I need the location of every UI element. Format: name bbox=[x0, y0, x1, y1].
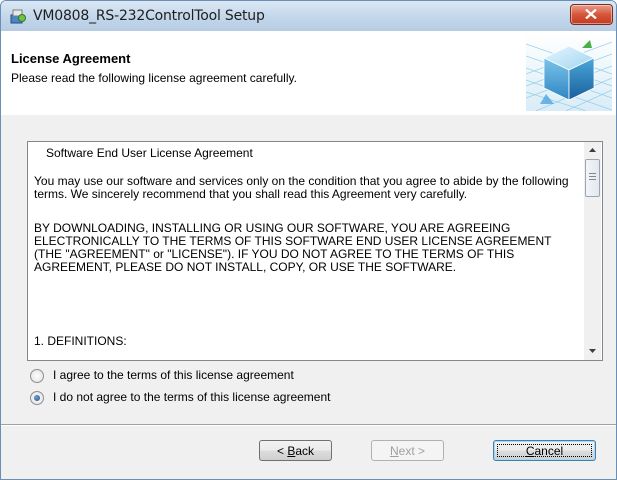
scroll-down-button[interactable] bbox=[584, 343, 601, 360]
close-icon bbox=[585, 9, 597, 19]
license-section-heading: 1. DEFINITIONS: bbox=[34, 334, 127, 348]
wizard-header: License Agreement Please read the follow… bbox=[1, 31, 616, 115]
window-title: VM0808_RS-232ControlTool Setup bbox=[33, 8, 265, 24]
back-button[interactable]: < Back bbox=[259, 440, 332, 461]
footer-divider-highlight bbox=[1, 425, 616, 426]
license-text-box[interactable]: Software End User License Agreement You … bbox=[27, 141, 603, 361]
agree-radio[interactable] bbox=[30, 369, 44, 383]
disagree-radio[interactable] bbox=[30, 391, 44, 405]
vertical-scrollbar[interactable] bbox=[584, 142, 601, 360]
page-title: License Agreement bbox=[11, 51, 131, 66]
arrow-down-icon bbox=[589, 349, 596, 353]
next-button-label: ext > bbox=[398, 444, 426, 458]
scroll-up-button[interactable] bbox=[584, 142, 601, 159]
back-button-prefix: < bbox=[276, 444, 288, 458]
close-button[interactable] bbox=[570, 4, 613, 25]
license-paragraph: You may use our software and services on… bbox=[34, 174, 569, 201]
header-divider bbox=[1, 114, 616, 115]
next-button[interactable]: Next > bbox=[371, 440, 444, 461]
back-button-label: ack bbox=[295, 444, 315, 458]
focus-indicator bbox=[497, 444, 592, 457]
title-bar[interactable]: VM0808_RS-232ControlTool Setup bbox=[1, 1, 616, 31]
grip-line bbox=[589, 179, 596, 180]
arrow-up-icon bbox=[589, 148, 596, 152]
setup-window: VM0808_RS-232ControlTool Setup License A… bbox=[0, 0, 617, 480]
license-paragraph: BY DOWNLOADING, INSTALLING OR USING OUR … bbox=[34, 221, 552, 274]
setup-installer-icon bbox=[9, 7, 27, 25]
grip-line bbox=[589, 176, 596, 177]
disagree-label[interactable]: I do not agree to the terms of this lice… bbox=[53, 390, 331, 404]
installer-box-graphic bbox=[526, 34, 612, 111]
agree-label[interactable]: I agree to the terms of this license agr… bbox=[53, 368, 294, 382]
license-heading: Software End User License Agreement bbox=[46, 146, 253, 160]
cancel-button[interactable]: Cancel bbox=[493, 440, 596, 461]
next-button-mnemonic: N bbox=[389, 444, 399, 458]
scroll-thumb[interactable] bbox=[585, 159, 600, 197]
grip-line bbox=[589, 173, 596, 174]
page-subtitle: Please read the following license agreem… bbox=[11, 71, 297, 85]
